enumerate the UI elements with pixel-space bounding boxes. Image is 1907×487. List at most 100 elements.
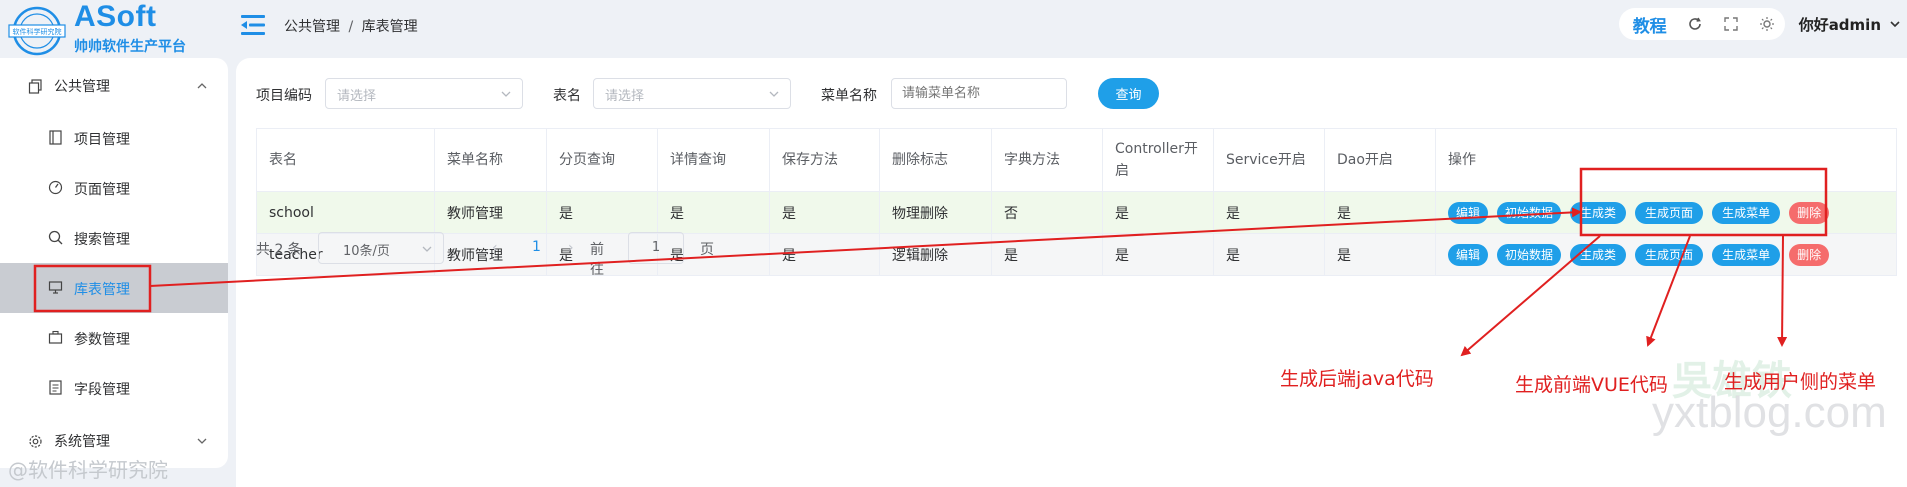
table-header-row: 表名 菜单名称 分页查询 详情查询 保存方法 删除标志 字典方法 Control…: [256, 128, 1897, 192]
table-cell: 是: [769, 191, 880, 234]
chevron-up-icon: [197, 83, 207, 89]
header-toolbar: 教程 你好admin: [1618, 8, 1907, 40]
sidebar-item-search[interactable]: 搜索管理: [0, 213, 228, 263]
page-size-value: 10条/页: [343, 244, 390, 259]
table-cell: 逻辑删除: [879, 233, 992, 276]
annotation-backend: 生成后端java代码: [1280, 368, 1434, 390]
search-icon: [48, 230, 63, 245]
sidebar-item-table[interactable]: 库表管理: [0, 263, 228, 313]
sidebar: 公共管理 项目管理 页面管理 搜索管理 库表管理 参数管理 字段管理 系统管理: [0, 58, 228, 468]
breadcrumb-separator: /: [348, 19, 354, 35]
refresh-icon[interactable]: [1687, 16, 1703, 32]
column-header: 分页查询: [546, 128, 658, 192]
theme-sun-icon[interactable]: [1759, 16, 1775, 32]
delete-button[interactable]: 删除: [1789, 243, 1830, 266]
table-cell: 否: [991, 191, 1103, 234]
sidebar-group-system-label: 系统管理: [54, 434, 110, 450]
table-cell: 是: [1213, 191, 1325, 234]
prev-page-icon[interactable]: ‹: [492, 240, 498, 256]
table-cell: 是: [1213, 233, 1325, 276]
sidebar-item-label: 库表管理: [74, 282, 130, 298]
table-cell: 是: [1324, 233, 1436, 276]
copy-icon: [28, 78, 42, 94]
table-name-label: 表名: [553, 88, 581, 104]
generate-menu-button[interactable]: 生成菜单: [1712, 201, 1781, 224]
svg-text:软件科学研究院: 软件科学研究院: [13, 27, 62, 36]
column-header: 表名: [256, 128, 435, 192]
actions-cell: 编辑 初始数据 生成类 生成页面 生成菜单 删除: [1435, 191, 1897, 234]
init-data-button[interactable]: 初始数据: [1497, 201, 1562, 224]
sidebar-item-label: 字段管理: [74, 382, 130, 398]
column-header: 详情查询: [657, 128, 770, 192]
next-page-icon[interactable]: ›: [568, 240, 574, 256]
fullscreen-icon[interactable]: [1723, 16, 1739, 32]
generate-class-button[interactable]: 生成类: [1570, 201, 1627, 224]
page-size-select[interactable]: 10条/页: [318, 232, 444, 264]
user-greeting[interactable]: 你好admin: [1799, 14, 1881, 35]
sidebar-item-param[interactable]: 参数管理: [0, 313, 228, 363]
table-row: school 教师管理 是 是 是 物理删除 否 是 是 是 编辑 初始数据 生成类…: [256, 191, 1897, 234]
query-button[interactable]: 查询: [1098, 78, 1159, 109]
data-table: 表名 菜单名称 分页查询 详情查询 保存方法 删除标志 字典方法 Control…: [256, 128, 1897, 276]
header-tools-pill: 教程: [1618, 8, 1785, 40]
column-header: Dao开启: [1324, 128, 1436, 192]
table-cell: 教师管理: [434, 191, 547, 234]
watermark-left: @软件科学研究院: [8, 458, 168, 482]
sidebar-item-label: 项目管理: [74, 132, 130, 148]
table-cell: school: [256, 191, 435, 234]
table-name-placeholder: 请选择: [605, 89, 645, 104]
logo-seal-icon: 软件科学研究院: [8, 6, 66, 56]
sidebar-item-field[interactable]: 字段管理: [0, 363, 228, 413]
delete-button[interactable]: 删除: [1789, 201, 1830, 224]
breadcrumb: 公共管理 / 库表管理: [284, 16, 418, 36]
sidebar-item-label: 页面管理: [74, 182, 130, 198]
table-cell: 是: [1102, 233, 1214, 276]
generate-page-button[interactable]: 生成页面: [1635, 201, 1704, 224]
annotation-menu: 生成用户侧的菜单: [1724, 371, 1877, 393]
edit-button[interactable]: 编辑: [1448, 243, 1489, 266]
logo-subtitle: 帅帅软件生产平台: [74, 39, 186, 55]
goto-page-input[interactable]: 1: [628, 232, 684, 264]
table-cell: 是: [546, 191, 658, 234]
table-cell: 物理删除: [879, 191, 992, 234]
generate-page-button[interactable]: 生成页面: [1635, 243, 1704, 266]
table-cell: 是: [1324, 191, 1436, 234]
monitor-icon: [48, 281, 63, 294]
project-code-label: 项目编码: [256, 88, 312, 104]
table-name-select[interactable]: 请选择: [593, 78, 791, 109]
menu-name-label: 菜单名称: [821, 88, 877, 104]
sidebar-group-public[interactable]: 公共管理: [0, 66, 228, 106]
column-header: 菜单名称: [434, 128, 547, 192]
table-cell: 是: [657, 191, 770, 234]
page-unit-label: 页: [700, 242, 714, 258]
edit-button[interactable]: 编辑: [1448, 201, 1489, 224]
sidebar-item-page[interactable]: 页面管理: [0, 163, 228, 213]
breadcrumb-item-public[interactable]: 公共管理: [284, 19, 340, 35]
column-header: Service开启: [1213, 128, 1325, 192]
column-header: 字典方法: [991, 128, 1103, 192]
sidebar-item-project[interactable]: 项目管理: [0, 113, 228, 163]
init-data-button[interactable]: 初始数据: [1497, 243, 1562, 266]
actions-cell: 编辑 初始数据 生成类 生成页面 生成菜单 删除: [1435, 233, 1897, 276]
table-cell: 是: [991, 233, 1103, 276]
tutorial-link[interactable]: 教程: [1633, 12, 1667, 37]
table-cell: 是: [769, 233, 880, 276]
chevron-down-icon: [501, 91, 511, 97]
menu-name-input[interactable]: [891, 78, 1067, 109]
menu-fold-icon[interactable]: [238, 10, 268, 40]
sidebar-item-label: 搜索管理: [74, 232, 130, 248]
annotation-frontend: 生成前端VUE代码: [1515, 374, 1668, 396]
generate-class-button[interactable]: 生成类: [1570, 243, 1627, 266]
project-code-select[interactable]: 请选择: [325, 78, 523, 109]
chevron-down-icon: [197, 438, 207, 444]
user-dropdown-chevron-icon[interactable]: [1889, 18, 1901, 30]
sidebar-item-label: 参数管理: [74, 332, 130, 348]
chevron-down-icon: [422, 246, 432, 252]
goto-label: 前往: [590, 242, 604, 278]
pagination-total: 共 2 条: [256, 242, 302, 258]
logo-title: ASoft: [74, 0, 157, 33]
generate-menu-button[interactable]: 生成菜单: [1712, 243, 1781, 266]
table-cell: 教师管理: [434, 233, 547, 276]
column-header: 保存方法: [769, 128, 880, 192]
current-page[interactable]: 1: [532, 239, 541, 255]
